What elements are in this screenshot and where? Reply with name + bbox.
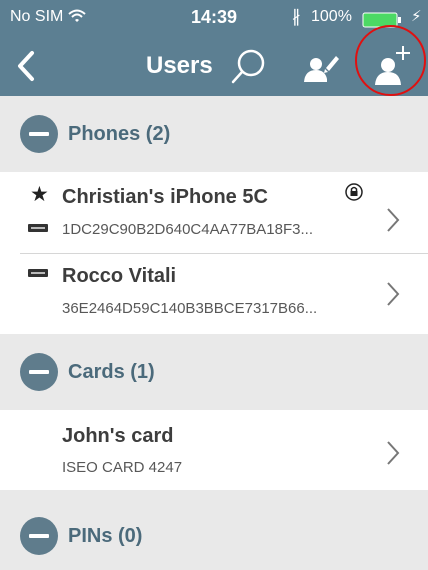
battery-percentage: 100%	[311, 8, 352, 25]
back-button[interactable]	[12, 49, 42, 83]
row-subtitle: ISEO CARD 4247	[62, 459, 183, 476]
section-phones[interactable]: Phones (2)	[0, 96, 428, 172]
page-title: Users	[146, 52, 213, 79]
collapse-icon[interactable]	[20, 353, 58, 391]
row-subtitle: 36E2464D59C140B3BBCE7317B66...	[62, 300, 318, 317]
bluetooth-icon: ∦	[292, 7, 301, 26]
status-bar: No SIM 14:39 ∦ 100% ⚡	[0, 0, 428, 36]
section-pins[interactable]: PINs (0)	[0, 490, 428, 570]
section-title: Phones (2)	[68, 123, 171, 145]
collapse-icon[interactable]	[20, 517, 58, 555]
section-title: Cards (1)	[68, 361, 155, 383]
list-item[interactable]: John's card ISEO CARD 4247	[0, 410, 428, 490]
edit-user-icon[interactable]	[298, 46, 342, 86]
row-subtitle: 1DC29C90B2D640C4AA77BA18F3...	[62, 221, 313, 238]
app-header: No SIM 14:39 ∦ 100% ⚡ Users	[0, 0, 428, 96]
row-title: Rocco Vitali	[62, 265, 177, 287]
add-user-button[interactable]	[370, 42, 414, 88]
navigation-bar: Users	[0, 36, 428, 96]
list-item[interactable]: Rocco Vitali 36E2464D59C140B3BBCE7317B66…	[0, 254, 428, 334]
star-icon: ★	[30, 183, 49, 206]
battery-icon	[362, 12, 401, 28]
section-title: PINs (0)	[68, 525, 143, 547]
search-icon[interactable]	[226, 46, 270, 86]
login-badge-icon	[28, 224, 48, 232]
chevron-right-icon	[387, 208, 400, 232]
row-title: Christian's iPhone 5C	[62, 186, 268, 208]
charging-icon: ⚡	[411, 8, 422, 25]
login-badge-icon	[28, 269, 48, 277]
chevron-right-icon	[387, 441, 400, 465]
list-item[interactable]: ★ Christian's iPhone 5C 1DC29C90B2D640C4…	[0, 172, 428, 254]
chevron-right-icon	[387, 282, 400, 306]
row-title: John's card	[62, 425, 174, 447]
section-cards[interactable]: Cards (1)	[0, 334, 428, 410]
lock-icon	[345, 183, 363, 201]
collapse-icon[interactable]	[20, 115, 58, 153]
